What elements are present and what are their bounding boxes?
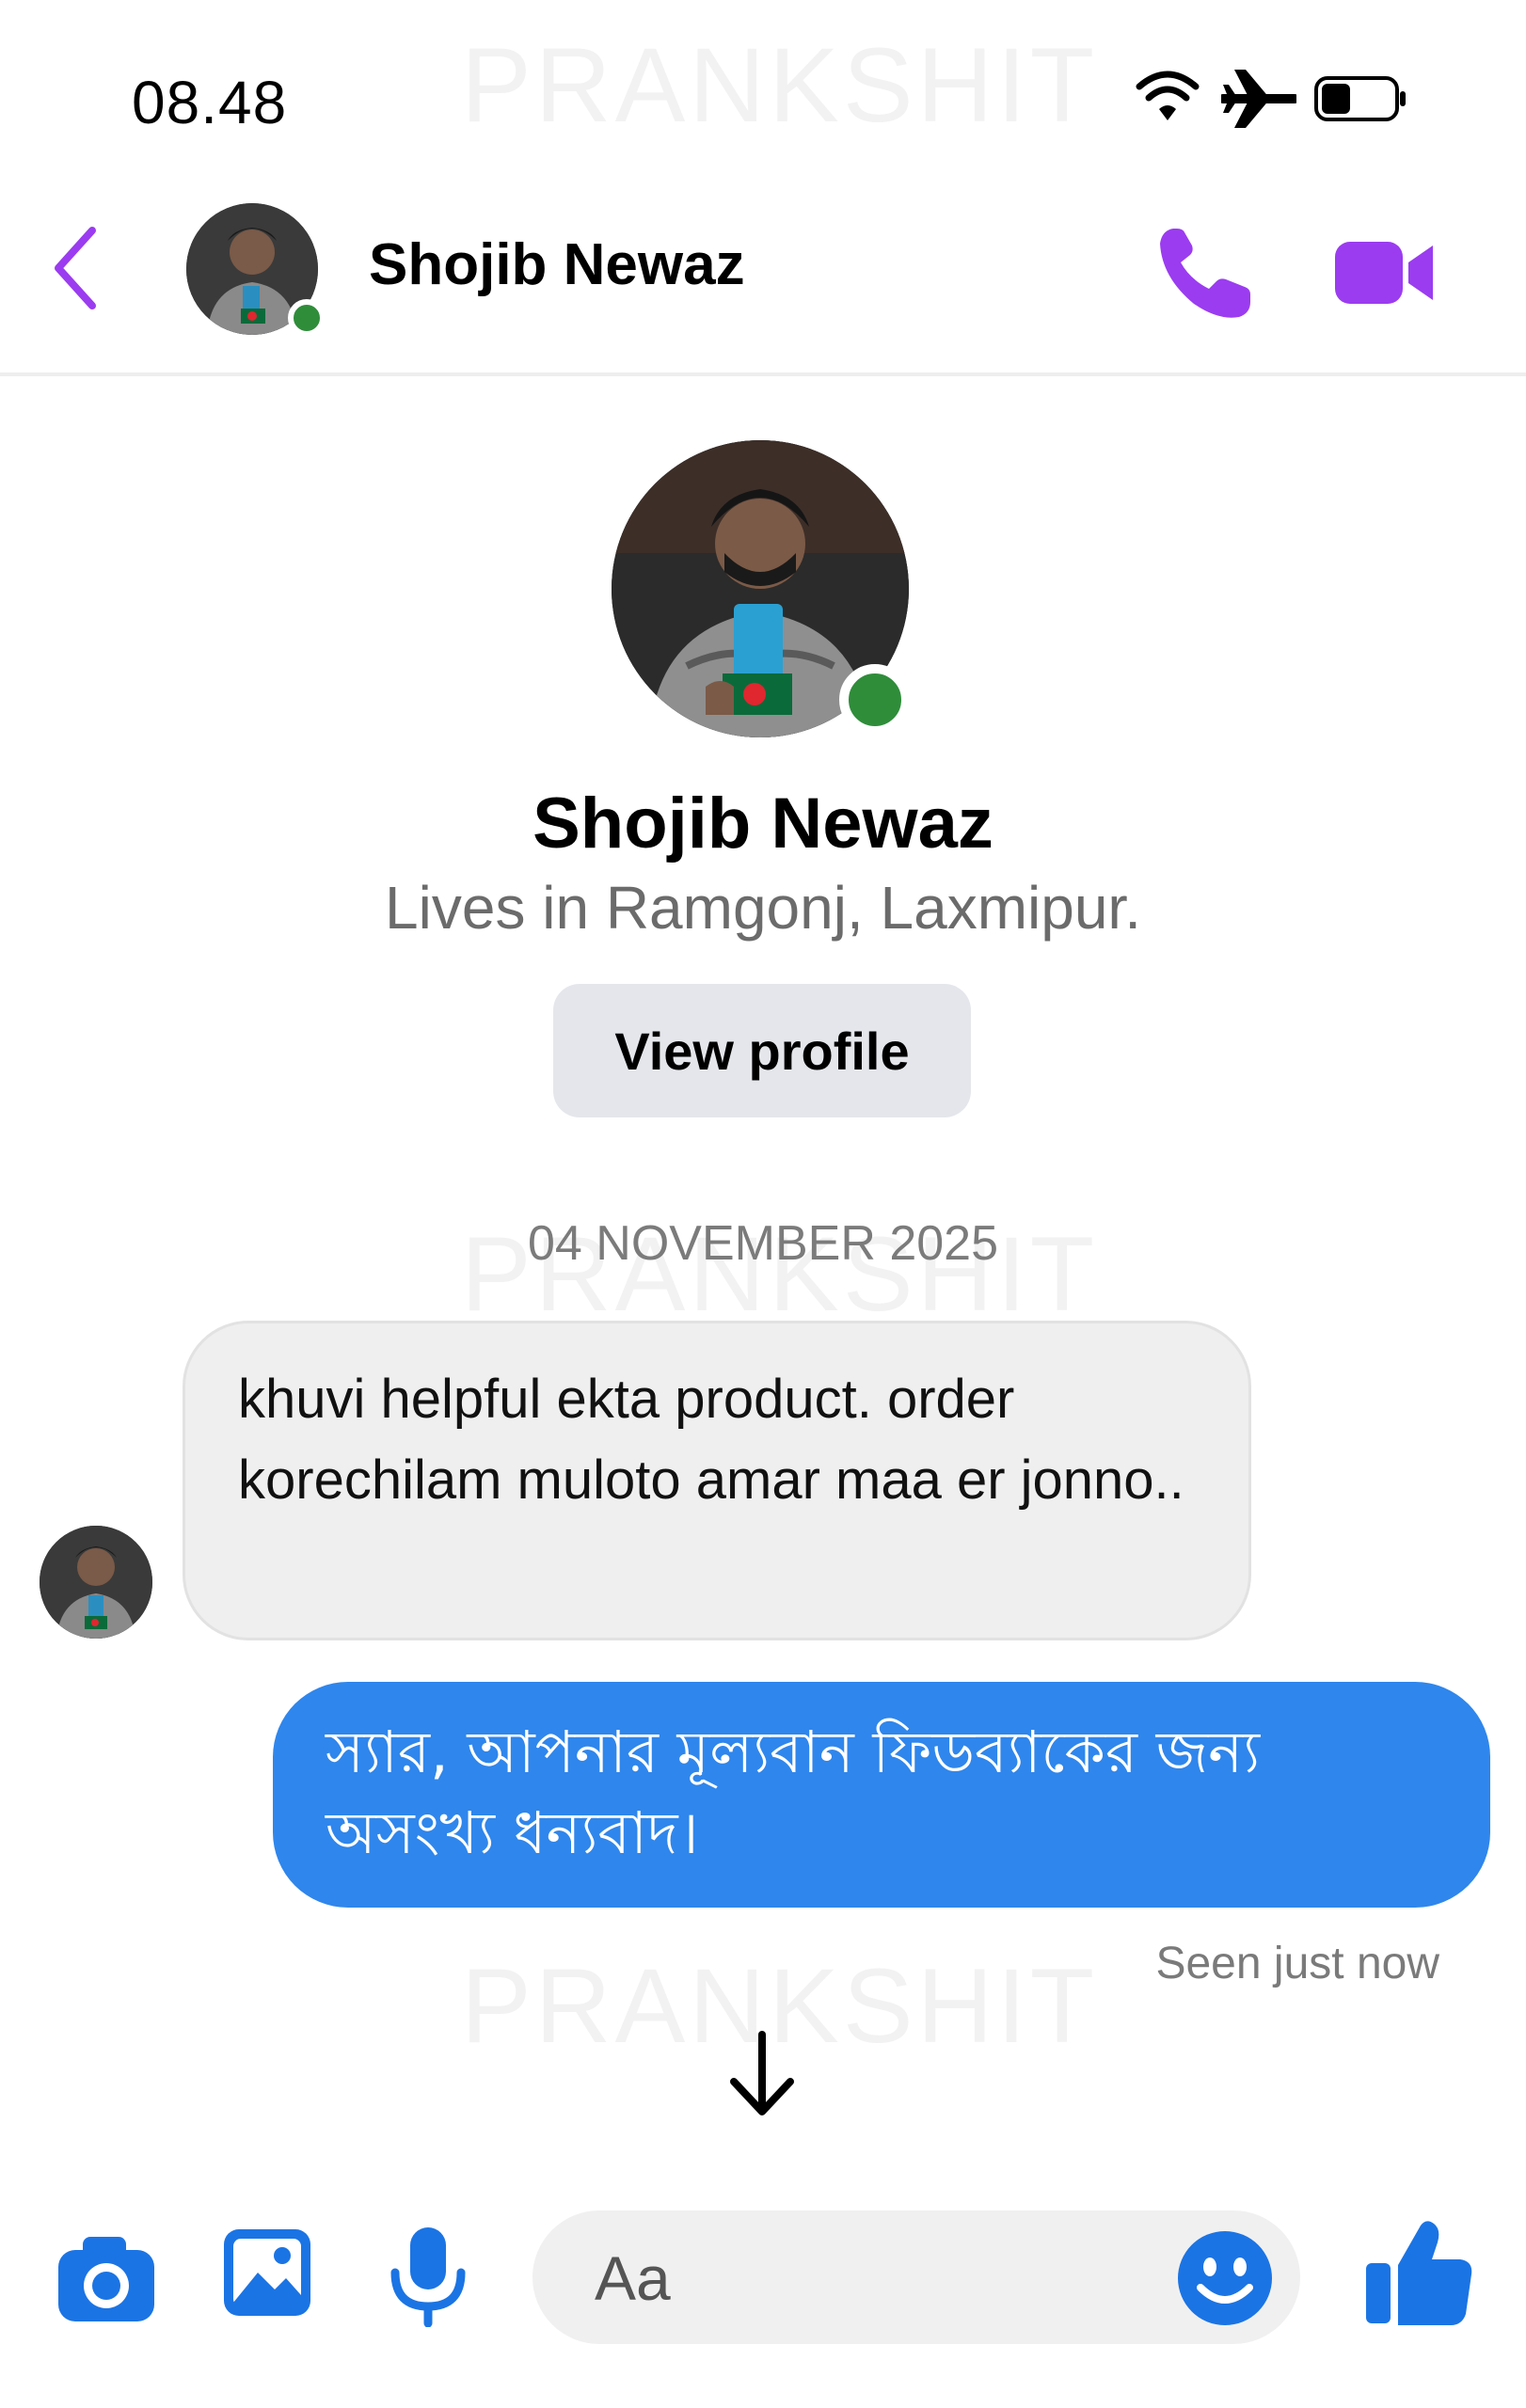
- airplane-mode-icon: [1221, 66, 1296, 132]
- emoji-icon: [1176, 2229, 1274, 2327]
- back-button[interactable]: [38, 216, 113, 320]
- conversation-header: Shojib Newaz: [0, 179, 1526, 376]
- online-status-dot: [839, 664, 911, 736]
- emoji-button[interactable]: [1176, 2229, 1274, 2327]
- video-call-button[interactable]: [1328, 216, 1441, 329]
- image-icon: [220, 2226, 314, 2320]
- microphone-icon: [386, 2224, 470, 2327]
- camera-button[interactable]: [55, 2231, 158, 2325]
- arrow-down-icon: [724, 2027, 800, 2121]
- date-separator: 04 NOVEMBER 2025: [527, 1216, 999, 1271]
- view-profile-button[interactable]: View profile: [553, 984, 971, 1117]
- online-status-dot: [288, 299, 326, 337]
- thumbs-up-icon: [1362, 2216, 1475, 2329]
- seen-status: Seen just now: [1155, 1939, 1439, 1988]
- battery-icon: [1313, 75, 1407, 122]
- video-camera-icon: [1333, 230, 1437, 315]
- camera-icon: [55, 2231, 158, 2325]
- watermark-text: PRANKSHIT: [461, 26, 1098, 144]
- contact-name[interactable]: Shojib Newaz: [369, 231, 745, 298]
- like-button[interactable]: [1362, 2216, 1475, 2329]
- incoming-message[interactable]: khuvi helpful ekta product. order korech…: [183, 1321, 1251, 1640]
- chevron-left-icon: [47, 221, 103, 315]
- outgoing-message[interactable]: স্যার, আপনার মূল্যবান ফিডব্যাকের জন্য অস…: [273, 1682, 1490, 1908]
- voice-call-button[interactable]: [1148, 216, 1261, 329]
- voice-message-button[interactable]: [386, 2224, 470, 2327]
- message-input-placeholder: Aa: [595, 2243, 671, 2313]
- avatar[interactable]: [40, 1526, 152, 1639]
- wifi-icon: [1135, 68, 1200, 124]
- status-time: 08.48: [132, 69, 288, 136]
- profile-name: Shojib Newaz: [533, 784, 993, 863]
- scroll-to-bottom-button[interactable]: [715, 2022, 809, 2126]
- profile-location: Lives in Ramgonj, Laxmipur.: [385, 874, 1141, 942]
- gallery-button[interactable]: [220, 2226, 314, 2320]
- phone-icon: [1152, 221, 1256, 325]
